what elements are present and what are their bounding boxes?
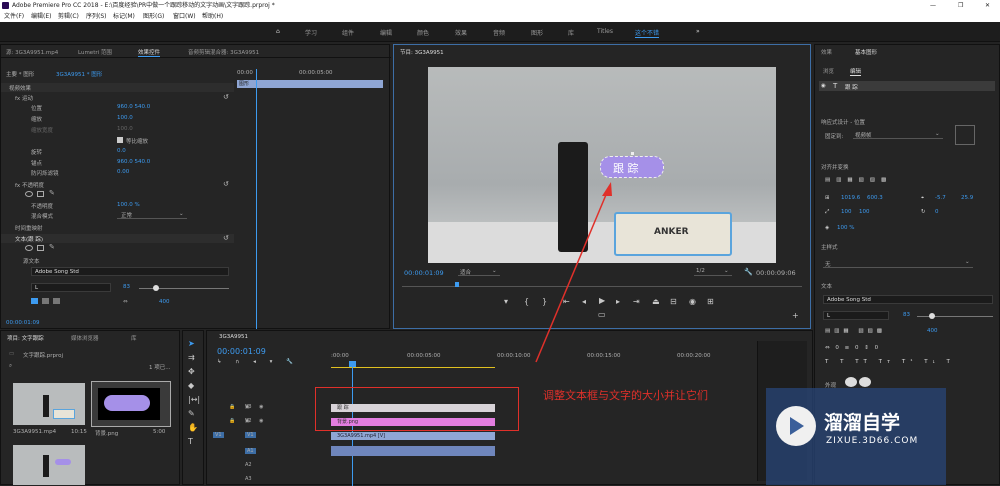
watermark-en: ZIXUE.3D66.COM — [826, 436, 919, 446]
watermark-cn: 溜溜自学 — [824, 412, 901, 434]
watermark-logo-icon — [776, 406, 816, 446]
watermark: 溜溜自学 ZIXUE.3D66.COM — [766, 388, 946, 485]
